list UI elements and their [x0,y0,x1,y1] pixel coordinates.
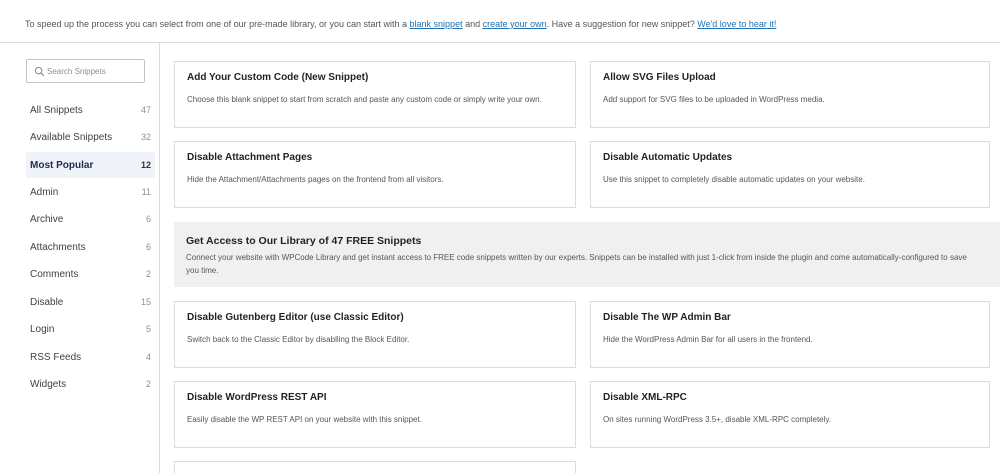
category-count: 5 [145,324,151,334]
category-count: 2 [145,379,151,389]
snippet-description: Add support for SVG files to be uploaded… [603,95,825,104]
create-your-own-link[interactable]: create your own [483,19,547,29]
snippet-card-admin-bar[interactable]: Disable The WP Admin Bar Hide the WordPr… [590,301,990,368]
category-label: Widgets [30,378,67,390]
category-login[interactable]: Login 5 [26,316,155,342]
category-sidebar: All Snippets 47 Available Snippets 32 Mo… [12,43,160,473]
snippet-card-custom-code[interactable]: Add Your Custom Code (New Snippet) Choos… [174,61,576,128]
page: To speed up the process you can select f… [0,0,1000,473]
category-all-snippets[interactable]: All Snippets 47 [26,97,155,123]
category-comments[interactable]: Comments 2 [26,261,155,287]
snippet-description: Choose this blank snippet to start from … [187,95,542,104]
search-icon [34,66,45,77]
snippet-card-attachment-pages[interactable]: Disable Attachment Pages Hide the Attach… [174,141,576,208]
category-label: Login [30,323,55,335]
category-label: Admin [30,186,59,198]
category-label: RSS Feeds [30,351,82,363]
suggest-snippet-link[interactable]: We'd love to hear it! [697,19,776,29]
snippet-title: Disable Gutenberg Editor (use Classic Ed… [187,312,404,323]
library-notice: To speed up the process you can select f… [0,0,1000,43]
snippet-description: Switch back to the Classic Editor by dis… [187,335,410,344]
category-widgets[interactable]: Widgets 2 [26,371,155,397]
search-box[interactable] [26,59,145,83]
promo-title: Get Access to Our Library of 47 FREE Sni… [186,235,422,247]
category-count: 47 [140,105,151,115]
category-count: 12 [140,160,151,170]
category-count: 4 [145,352,151,362]
notice-text: and [462,19,483,29]
category-rss-feeds[interactable]: RSS Feeds 4 [26,344,155,370]
snippet-title: Disable Attachment Pages [187,152,313,163]
snippet-description: Use this snippet to completely disable a… [603,175,865,184]
category-label: All Snippets [30,104,83,116]
notice-text: . Have a suggestion for new snippet? [546,19,698,29]
notice-text: To speed up the process you can select f… [25,19,410,29]
snippet-title: Disable XML-RPC [603,392,687,403]
category-count: 32 [140,132,151,142]
snippet-card-gutenberg[interactable]: Disable Gutenberg Editor (use Classic Ed… [174,301,576,368]
category-available-snippets[interactable]: Available Snippets 32 [26,124,155,150]
snippet-card-partial[interactable] [174,461,576,473]
snippet-description: On sites running WordPress 3.5+, disable… [603,415,832,424]
snippet-title: Allow SVG Files Upload [603,72,716,83]
search-input[interactable] [47,62,142,80]
category-admin[interactable]: Admin 11 [26,179,155,205]
snippet-description: Easily disable the WP REST API on your w… [187,415,422,424]
snippet-title: Disable WordPress REST API [187,392,327,403]
promo-description: Connect your website with WPCode Library… [186,253,967,275]
snippet-card-automatic-updates[interactable]: Disable Automatic Updates Use this snipp… [590,141,990,208]
category-label: Comments [30,268,79,280]
snippet-title: Disable The WP Admin Bar [603,312,731,323]
snippet-card-rest-api[interactable]: Disable WordPress REST API Easily disabl… [174,381,576,448]
category-disable[interactable]: Disable 15 [26,289,155,315]
category-most-popular[interactable]: Most Popular 12 [26,152,155,178]
category-archive[interactable]: Archive 6 [26,206,155,232]
category-label: Attachments [30,241,86,253]
category-count: 6 [145,214,151,224]
category-attachments[interactable]: Attachments 6 [26,234,155,260]
category-count: 2 [145,269,151,279]
blank-snippet-link[interactable]: blank snippet [410,19,463,29]
snippet-title: Add Your Custom Code (New Snippet) [187,72,369,83]
category-label: Most Popular [30,159,94,171]
library-promo-banner[interactable]: Get Access to Our Library of 47 FREE Sni… [174,222,1000,287]
snippet-description: Hide the WordPress Admin Bar for all use… [603,335,813,344]
snippet-title: Disable Automatic Updates [603,152,733,163]
snippet-card-xml-rpc[interactable]: Disable XML-RPC On sites running WordPre… [590,381,990,448]
category-count: 6 [145,242,151,252]
snippet-card-svg-upload[interactable]: Allow SVG Files Upload Add support for S… [590,61,990,128]
category-label: Archive [30,213,64,225]
category-label: Available Snippets [30,131,113,143]
category-count: 11 [141,187,151,197]
snippet-description: Hide the Attachment/Attachments pages on… [187,175,444,184]
category-label: Disable [30,296,64,308]
category-count: 15 [140,297,151,307]
